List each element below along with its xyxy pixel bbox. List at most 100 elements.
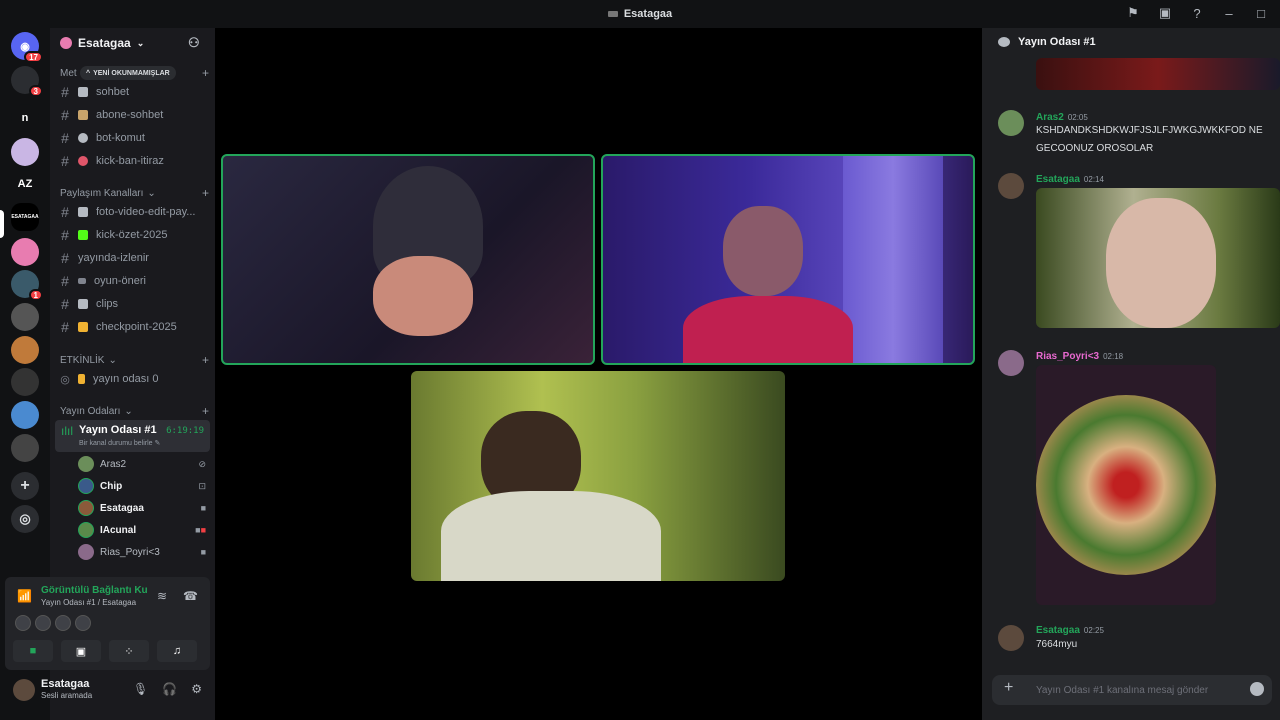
message-author[interactable]: Esatagaa 02:14 xyxy=(1036,174,1104,185)
server-icon-az[interactable]: AZ xyxy=(11,170,39,198)
add-channel-icon[interactable]: + xyxy=(202,66,209,80)
add-server-icon[interactable]: + xyxy=(11,472,39,500)
voice-user[interactable]: Esatagaa ■ xyxy=(78,497,208,519)
camera-toggle-button[interactable]: ■ xyxy=(13,640,53,662)
active-server-pill xyxy=(0,210,4,238)
headphones-icon[interactable]: 🎧 xyxy=(162,682,177,696)
noise-suppression-icon[interactable]: ≋ xyxy=(157,589,167,603)
activities-button[interactable]: ⁘ xyxy=(109,640,149,662)
category-share[interactable]: Paylaşım Kanalları ⌄ + xyxy=(60,186,209,200)
inbox-icon[interactable]: ▣ xyxy=(1156,4,1174,22)
microphone-icon[interactable]: 🎙 xyxy=(133,682,148,696)
voice-user[interactable]: Rias_Poyri<3 ■ xyxy=(78,541,208,563)
flag-icon[interactable]: ⚑ xyxy=(1124,4,1142,22)
hash-icon: # xyxy=(61,319,69,335)
unread-pill[interactable]: ^ YENİ OKUNMAMIŞLAR xyxy=(80,66,176,80)
mention-badge: 3 xyxy=(28,85,43,97)
add-member-icon[interactable]: ⚇ xyxy=(188,35,200,51)
bot-emoji-icon xyxy=(78,133,88,143)
channel-oyun-oneri[interactable]: # oyun-öneri xyxy=(58,271,208,291)
avatar xyxy=(55,615,71,631)
maximize-icon[interactable]: □ xyxy=(1252,4,1270,22)
channel-yayinda-izlenir[interactable]: # yayında-izlenir xyxy=(58,248,208,268)
help-icon[interactable]: ? xyxy=(1188,4,1206,22)
category-broadcast[interactable]: Yayın Odaları ⌄ + xyxy=(60,404,209,418)
channel-bot-komut[interactable]: # bot-komut xyxy=(58,128,208,148)
guild-header[interactable]: Esatagaa ⌄ ⚇ xyxy=(50,28,215,58)
minimize-icon[interactable]: – xyxy=(1220,4,1238,22)
emoji-picker-icon[interactable] xyxy=(1250,682,1264,696)
camera-live-icon: ■■ xyxy=(195,525,206,535)
channel-sohbet[interactable]: # sohbet xyxy=(58,82,208,102)
connection-status[interactable]: Görüntülü Bağlantı Ku xyxy=(41,585,148,596)
attachment-image[interactable] xyxy=(1036,58,1280,90)
voice-user[interactable]: Aras2 ⊘ xyxy=(78,453,208,475)
message-author[interactable]: Rias_Poyri<3 02:18 xyxy=(1036,351,1123,362)
video-tile[interactable] xyxy=(411,371,785,581)
home-dm-button[interactable]: ◉ 17 xyxy=(11,32,43,63)
avatar[interactable] xyxy=(998,173,1024,199)
camera-emoji-icon xyxy=(78,207,88,217)
voice-user[interactable]: Chip ⊡ xyxy=(78,475,208,497)
server-mini-icon xyxy=(607,11,618,17)
screen-share-button[interactable]: ▣ xyxy=(61,640,101,662)
server-folder[interactable] xyxy=(11,434,39,462)
server-icon-gray[interactable] xyxy=(11,303,39,331)
add-channel-icon[interactable]: + xyxy=(202,353,209,367)
server-icon-esatagaa[interactable]: ESATAGAA xyxy=(11,203,39,231)
channel-abone-sohbet[interactable]: # abone-sohbet xyxy=(58,105,208,125)
voice-activity-icon: ılıl xyxy=(61,424,73,438)
avatar[interactable] xyxy=(998,110,1024,136)
party-emoji-icon xyxy=(78,374,85,384)
active-voice-channel[interactable]: ılıl Yayın Odası #1 6:19:19 Bir kanal du… xyxy=(55,420,210,452)
video-tile[interactable] xyxy=(601,154,975,365)
server-icon-tiger[interactable] xyxy=(11,336,39,364)
channel-kick-ban-itiraz[interactable]: # kick-ban-itiraz xyxy=(58,151,208,171)
server-icon-pink[interactable] xyxy=(11,238,39,266)
category-text[interactable]: Met + xyxy=(60,66,209,80)
add-attachment-icon[interactable]: + xyxy=(1004,679,1013,697)
stream-icon: ⊡ xyxy=(198,480,206,491)
server-icon-1[interactable]: 3 xyxy=(11,66,43,97)
no-entry-emoji-icon xyxy=(78,156,88,166)
attachment-image[interactable] xyxy=(1036,365,1216,605)
attachment-image[interactable] xyxy=(1036,188,1280,328)
server-icon-anime[interactable] xyxy=(11,138,39,166)
video-tile[interactable] xyxy=(221,154,595,365)
channel-foto-video[interactable]: # foto-video-edit-pay... xyxy=(58,202,208,222)
channel-status[interactable]: Bir kanal durumu belirle ✎ xyxy=(79,439,160,447)
hash-icon: # xyxy=(61,130,69,146)
channel-clips[interactable]: # clips xyxy=(58,294,208,314)
emoji-icon xyxy=(78,110,88,120)
hash-icon: # xyxy=(61,296,69,312)
mention-badge: 1 xyxy=(28,289,43,301)
server-icon-game[interactable]: 1 xyxy=(11,270,43,301)
connection-channel[interactable]: Yayın Odası #1 / Esatagaa xyxy=(41,598,136,607)
channel-yayin-odasi-0[interactable]: ◎ yayın odası 0 xyxy=(58,369,208,389)
voice-user[interactable]: IAcunal ■■ xyxy=(78,519,208,541)
message-text: 7664myu xyxy=(1036,639,1078,650)
channel-checkpoint[interactable]: # checkpoint-2025 xyxy=(58,317,208,337)
server-icon-dark[interactable] xyxy=(11,368,39,396)
avatar[interactable] xyxy=(13,679,35,701)
category-event[interactable]: ETKİNLİK ⌄ + xyxy=(60,353,209,367)
soundboard-icon: ♫ xyxy=(172,645,182,657)
channel-kick-ozet[interactable]: # kick-özet-2025 xyxy=(58,225,208,245)
message-author[interactable]: Esatagaa 02:25 xyxy=(1036,625,1104,636)
message-composer: + xyxy=(992,675,1272,705)
discover-icon[interactable]: ◎ xyxy=(11,505,39,533)
message-input[interactable] xyxy=(1036,681,1246,699)
add-channel-icon[interactable]: + xyxy=(202,186,209,200)
server-icon-n[interactable]: n xyxy=(11,104,39,132)
avatar[interactable] xyxy=(998,350,1024,376)
film-emoji-icon xyxy=(78,299,88,309)
avatar xyxy=(35,615,51,631)
soundboard-button[interactable]: ♫ xyxy=(157,640,197,662)
avatar[interactable] xyxy=(998,625,1024,651)
add-channel-icon[interactable]: + xyxy=(202,404,209,418)
disconnect-icon[interactable]: ☎ xyxy=(183,589,198,603)
server-icon-blue[interactable] xyxy=(11,401,39,429)
settings-gear-icon[interactable]: ⚙ xyxy=(191,682,202,696)
video-grid xyxy=(215,28,980,720)
hash-icon: # xyxy=(61,273,69,289)
